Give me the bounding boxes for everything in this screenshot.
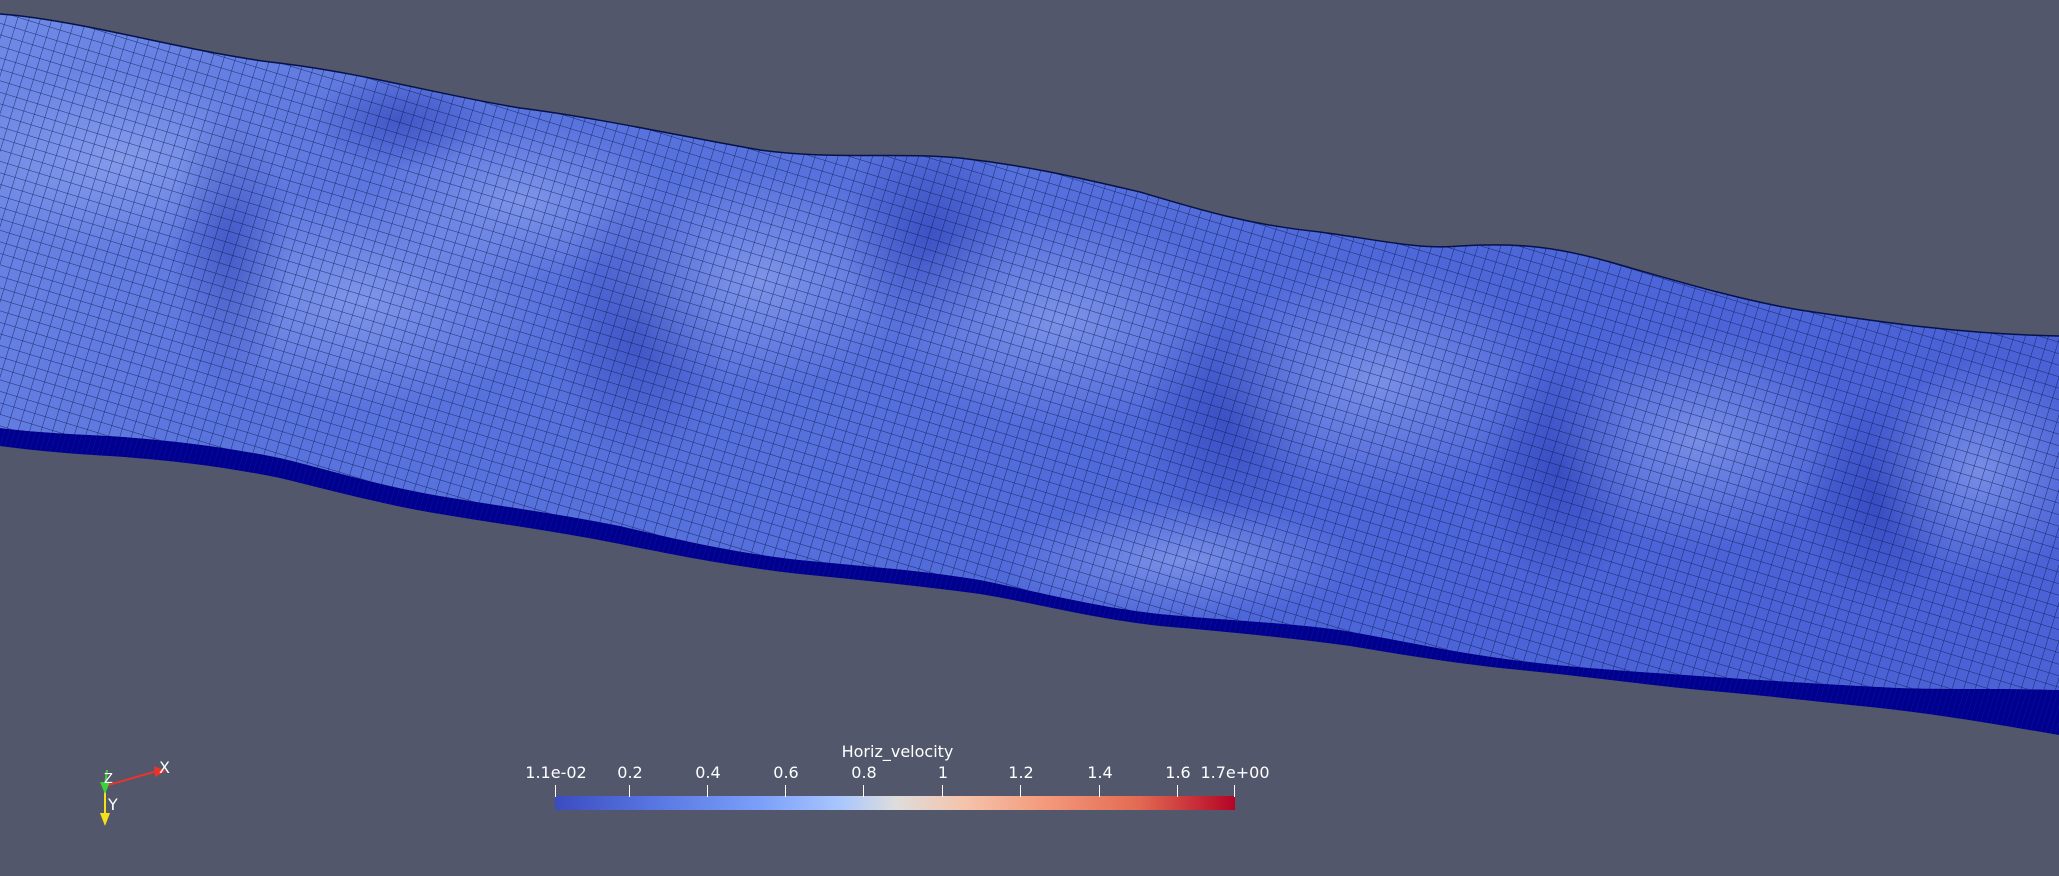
colorbar-tick-mark <box>785 785 786 797</box>
colorbar-tick-label: 0.6 <box>773 763 799 782</box>
colorbar-tick-label: 1.6 <box>1165 763 1191 782</box>
colorbar-gradient <box>555 796 1235 810</box>
colorbar-tick-label: 1.7e+00 <box>1200 763 1270 782</box>
colorbar-tick-mark <box>863 785 864 797</box>
colorbar-tick-mark <box>555 785 556 797</box>
colorbar-tick-label: 1.1e-02 <box>525 763 587 782</box>
mesh-render[interactable] <box>0 0 2059 876</box>
x-axis-label: X <box>159 758 170 777</box>
colorbar-tick-label: 1.4 <box>1087 763 1113 782</box>
colorbar-tick-label: 0.4 <box>695 763 721 782</box>
colorbar-title: Horiz_velocity <box>841 742 954 761</box>
y-axis-label: Y <box>108 795 118 814</box>
colorbar-tick-mark <box>1099 785 1100 797</box>
render-viewport[interactable]: Horiz_velocity 1.1e-02 0.2 0.4 0.6 0.8 1… <box>0 0 2059 876</box>
colorbar-tick-mark <box>707 785 708 797</box>
y-axis-arrowhead <box>100 813 110 826</box>
colorbar-tick-label: 0.2 <box>617 763 643 782</box>
channel-free-surface <box>0 14 2059 690</box>
colorbar-tick-mark <box>1177 785 1178 797</box>
colorbar-tick-mark <box>629 785 630 797</box>
colorbar-tick-mark <box>942 785 943 797</box>
colorbar-tick-label: 1.2 <box>1008 763 1034 782</box>
z-axis-label: Z <box>104 772 113 787</box>
colorbar-tick-label: 1 <box>937 763 949 782</box>
colorbar-tick-mark <box>1234 785 1235 797</box>
colorbar-tick-label: 0.8 <box>851 763 877 782</box>
colorbar-tick-mark <box>1020 785 1021 797</box>
